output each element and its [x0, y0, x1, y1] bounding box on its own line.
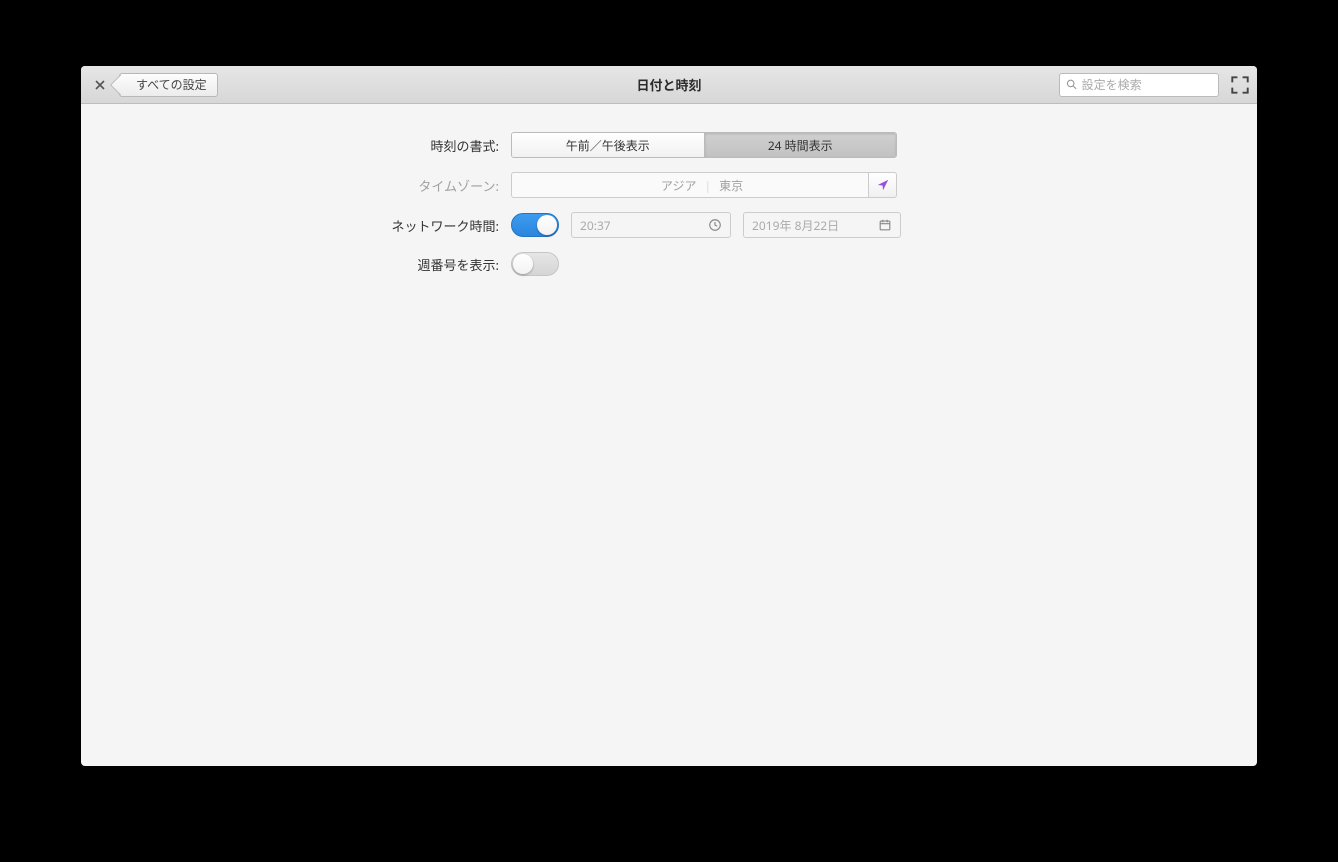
back-button[interactable]: すべての設定 [119, 73, 218, 97]
toggle-knob [537, 215, 557, 235]
location-icon [876, 178, 890, 192]
row-week-numbers: 週番号を表示: [349, 252, 989, 276]
window-title: 日付と時刻 [636, 75, 701, 94]
timezone-divider: | [704, 177, 711, 194]
row-timezone: タイムゾーン: アジア | 東京 [349, 172, 989, 198]
timezone-city: 東京 [719, 177, 860, 194]
titlebar: すべての設定 日付と時刻 [81, 66, 1257, 104]
time-format-label: 時刻の書式: [349, 136, 499, 155]
network-time-label: ネットワーク時間: [349, 216, 499, 235]
toggle-knob [513, 254, 533, 274]
titlebar-right [1059, 73, 1249, 97]
clock-icon [708, 218, 722, 232]
search-box[interactable] [1059, 73, 1219, 97]
content-area: 時刻の書式: 午前／午後表示 24 時間表示 タイムゾーン: アジア | 東京 [81, 104, 1257, 766]
timezone-field[interactable]: アジア | 東京 [511, 172, 869, 198]
segment-24h[interactable]: 24 時間表示 [704, 133, 897, 157]
search-icon [1066, 78, 1078, 91]
date-field[interactable]: 2019年 8月22日 [743, 212, 901, 238]
network-time-toggle[interactable] [511, 213, 559, 237]
row-time-format: 時刻の書式: 午前／午後表示 24 時間表示 [349, 132, 989, 158]
timezone-region: アジア [661, 177, 697, 194]
back-button-label: すべての設定 [136, 76, 207, 93]
maximize-icon [1231, 76, 1249, 94]
locate-button[interactable] [869, 172, 897, 198]
search-input[interactable] [1082, 78, 1212, 92]
settings-window: すべての設定 日付と時刻 時刻の書式: 午前／午後表示 24 時間表示 タ [81, 66, 1257, 766]
timezone-label: タイムゾーン: [349, 176, 499, 195]
row-network-time: ネットワーク時間: 20:37 2019年 8月22日 [349, 212, 989, 238]
maximize-button[interactable] [1231, 76, 1249, 94]
week-numbers-toggle[interactable] [511, 252, 559, 276]
timezone-box: アジア | 東京 [511, 172, 897, 198]
time-field[interactable]: 20:37 [571, 212, 731, 238]
date-value: 2019年 8月22日 [752, 217, 872, 234]
time-value: 20:37 [580, 217, 702, 234]
segment-ampm[interactable]: 午前／午後表示 [512, 133, 704, 157]
calendar-icon [878, 218, 892, 232]
week-numbers-label: 週番号を表示: [349, 255, 499, 274]
time-format-segmented: 午前／午後表示 24 時間表示 [511, 132, 897, 158]
close-icon [95, 80, 105, 90]
settings-form: 時刻の書式: 午前／午後表示 24 時間表示 タイムゾーン: アジア | 東京 [349, 132, 989, 276]
close-button[interactable] [89, 74, 111, 96]
